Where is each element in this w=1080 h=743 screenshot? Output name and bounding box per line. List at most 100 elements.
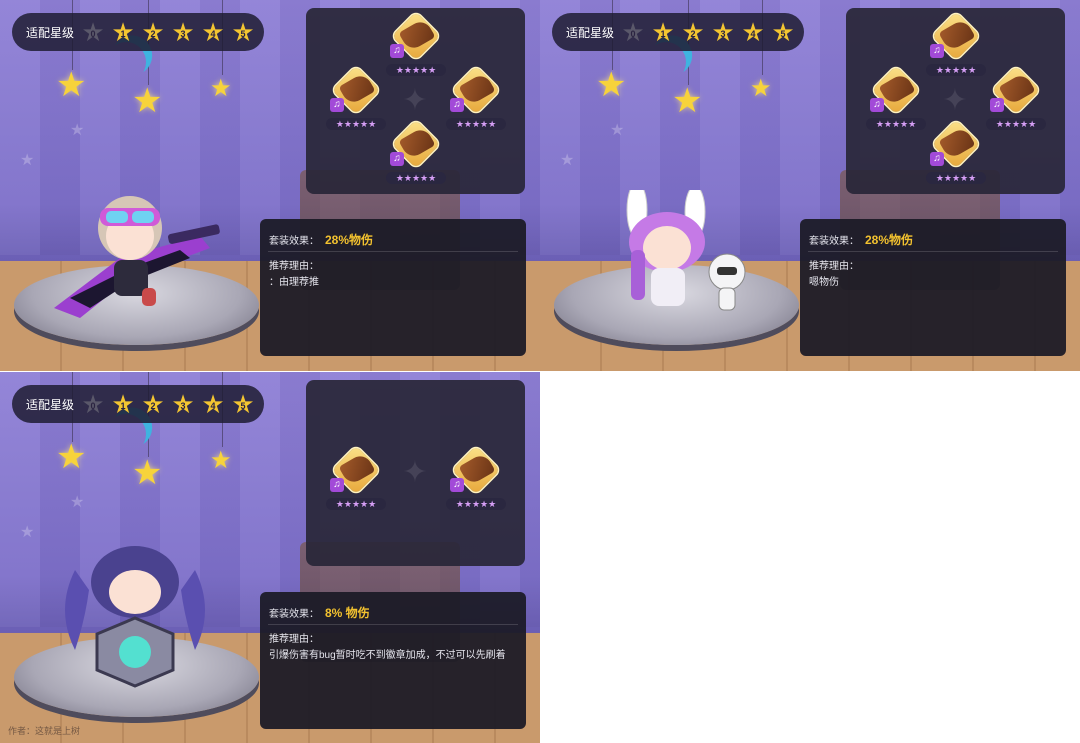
reason-label: 推荐理由：	[809, 261, 859, 272]
equipment-slot-right[interactable]: ♫ ★★★★★	[446, 65, 506, 134]
rank-1-star-icon: ★ 1	[111, 17, 135, 47]
reason-text: ：由理荐推	[269, 277, 319, 288]
equipment-slots-box: ✦ ♫ ★★★★★ ♫ ★★★★★ ♫ ★★★★★ ♫ ★★★★★	[846, 8, 1065, 194]
hanging-star-icon: ★	[672, 82, 703, 120]
rank-4-star-icon: ★ 4	[201, 389, 225, 419]
rank-1-star-icon: ★ 1	[111, 389, 135, 419]
equipment-slots-box: ✦ ♫ ★★★★★ ♫ ★★★★★	[306, 380, 525, 566]
equipment-slot-top[interactable]: ♫ ★★★★★	[926, 11, 986, 80]
equipment-slot-left[interactable]: ♫ ★★★★★	[326, 65, 386, 134]
background-star-icon: ★	[70, 494, 85, 511]
equipment-slot-right[interactable]: ♫ ★★★★★	[986, 65, 1046, 134]
reason-label: 推荐理由：	[269, 261, 319, 272]
set-info-box: 套装效果： 28%物伤 推荐理由： ：由理荐推	[260, 219, 526, 356]
fit-star-label: 适配星级	[26, 397, 75, 412]
build-panel-1: ★ ★ ★ ★ ★ 适配星级 ★ 0 ★ 1 ★ 2 ★ 3 ★ 4 ★ 5 ✦ ♫ ★★★…	[0, 0, 540, 371]
slot-star-rating: ★★★★★	[926, 172, 986, 184]
hanging-star-icon: ★	[56, 66, 87, 104]
hanging-star-icon: ★	[750, 75, 772, 102]
music-note-icon: ♫	[870, 98, 884, 112]
fit-star-label: 适配星级	[566, 25, 615, 40]
set-effect-label: 套装效果：	[269, 236, 319, 247]
background-star-icon: ★	[70, 122, 85, 139]
center-sparkle-icon: ✦	[402, 456, 428, 489]
music-note-icon: ♫	[330, 98, 344, 112]
music-note-icon: ♫	[450, 478, 464, 492]
rank-4-star-icon: ★ 4	[741, 17, 765, 47]
set-info-box: 套装效果： 28%物伤 推荐理由： 嗯物伤	[800, 219, 1066, 356]
background-star-icon: ★	[20, 524, 35, 541]
rank-2-star-icon: ★ 2	[141, 389, 165, 419]
reason-label: 推荐理由：	[269, 634, 319, 645]
music-note-icon: ♫	[990, 98, 1004, 112]
music-note-icon: ♫	[330, 478, 344, 492]
set-effect-label: 套装效果：	[269, 609, 319, 620]
character-bunny-girl	[626, 190, 746, 311]
set-info-box: 套装效果： 8% 物伤 推荐理由： 引爆伤害有bug暂时吃不到徽章加成，不过可以…	[260, 592, 526, 729]
music-note-icon: ♫	[930, 44, 944, 58]
slot-star-rating: ★★★★★	[386, 172, 446, 184]
rank-3-star-icon: ★ 3	[711, 17, 735, 47]
equipment-slot-top[interactable]: ♫ ★★★★★	[386, 11, 446, 80]
center-sparkle-icon: ✦	[942, 84, 968, 117]
center-sparkle-icon: ✦	[402, 84, 428, 117]
rank-3-star-icon: ★ 3	[171, 17, 195, 47]
rank-5-star-icon: ★ 5	[231, 389, 255, 419]
divider	[808, 251, 1058, 252]
fit-star-rating-bar: 适配星级 ★ 0 ★ 1 ★ 2 ★ 3 ★ 4 ★ 5	[12, 13, 264, 51]
set-effect-value: 28%物伤	[325, 233, 374, 247]
rank-0-star-icon: ★ 0	[81, 17, 105, 47]
author-credit: 作者：这就是上树	[8, 726, 81, 736]
build-panel-2: ★ ★ ★ ★ ★ 适配星级 ★ 0 ★ 1 ★ 2 ★ 3 ★ 4 ★ 5 ✦ ♫ ★★★…	[540, 0, 1080, 371]
slot-star-rating: ★★★★★	[326, 118, 386, 130]
equipment-slot-left[interactable]: ♫ ★★★★★	[326, 445, 386, 514]
music-note-icon: ♫	[390, 152, 404, 166]
music-note-icon: ♫	[450, 98, 464, 112]
equipment-slot-bottom[interactable]: ♫ ★★★★★	[386, 119, 446, 188]
hanging-star-icon: ★	[132, 82, 163, 120]
music-note-icon: ♫	[390, 44, 404, 58]
equipment-slot-bottom[interactable]: ♫ ★★★★★	[926, 119, 986, 188]
rank-5-star-icon: ★ 5	[771, 17, 795, 47]
rank-4-star-icon: ★ 4	[201, 17, 225, 47]
slot-star-rating: ★★★★★	[986, 118, 1046, 130]
reason-text: 嗯物伤	[809, 277, 839, 288]
rank-3-star-icon: ★ 3	[171, 389, 195, 419]
reason-text: 引爆伤害有bug暂时吃不到徽章加成，不过可以先刷着	[269, 650, 506, 661]
equipment-slot-left[interactable]: ♫ ★★★★★	[866, 65, 926, 134]
slot-star-rating: ★★★★★	[926, 64, 986, 76]
rank-0-star-icon: ★ 0	[621, 17, 645, 47]
rank-0-star-icon: ★ 0	[81, 389, 105, 419]
equipment-slot-right[interactable]: ♫ ★★★★★	[446, 445, 506, 514]
rank-5-star-icon: ★ 5	[231, 17, 255, 47]
fit-star-label: 适配星级	[26, 25, 75, 40]
slot-star-rating: ★★★★★	[326, 498, 386, 510]
build-panel-3: ★ ★ ★ ★ ★ 适配星级 ★ 0 ★ 1 ★ 2 ★ 3 ★ 4 ★ 5 ✦ ♫ ★★★…	[0, 372, 540, 743]
music-note-icon: ♫	[930, 152, 944, 166]
background-star-icon: ★	[20, 152, 35, 169]
hanging-star-icon: ★	[132, 454, 163, 492]
rank-2-star-icon: ★ 2	[681, 17, 705, 47]
divider	[268, 251, 518, 252]
rank-2-star-icon: ★ 2	[141, 17, 165, 47]
slot-star-rating: ★★★★★	[446, 118, 506, 130]
equipment-slots-box: ✦ ♫ ★★★★★ ♫ ★★★★★ ♫ ★★★★★ ♫ ★★★★★	[306, 8, 525, 194]
set-effect-label: 套装效果：	[809, 236, 859, 247]
background-star-icon: ★	[610, 122, 625, 139]
fit-star-rating-bar: 适配星级 ★ 0 ★ 1 ★ 2 ★ 3 ★ 4 ★ 5	[552, 13, 804, 51]
character-twin-tail-girl	[65, 546, 205, 688]
slot-star-rating: ★★★★★	[446, 498, 506, 510]
hanging-star-icon: ★	[210, 447, 232, 474]
slot-star-rating: ★★★★★	[866, 118, 926, 130]
set-effect-value: 8% 物伤	[325, 606, 370, 620]
rank-1-star-icon: ★ 1	[651, 17, 675, 47]
hanging-star-icon: ★	[56, 438, 87, 476]
hanging-star-icon: ★	[596, 66, 627, 104]
background-star-icon: ★	[560, 152, 575, 169]
set-effect-value: 28%物伤	[865, 233, 914, 247]
divider	[268, 624, 518, 625]
fit-star-rating-bar: 适配星级 ★ 0 ★ 1 ★ 2 ★ 3 ★ 4 ★ 5	[12, 385, 264, 423]
hanging-star-icon: ★	[210, 75, 232, 102]
character-guitarist	[54, 196, 220, 318]
slot-star-rating: ★★★★★	[386, 64, 446, 76]
